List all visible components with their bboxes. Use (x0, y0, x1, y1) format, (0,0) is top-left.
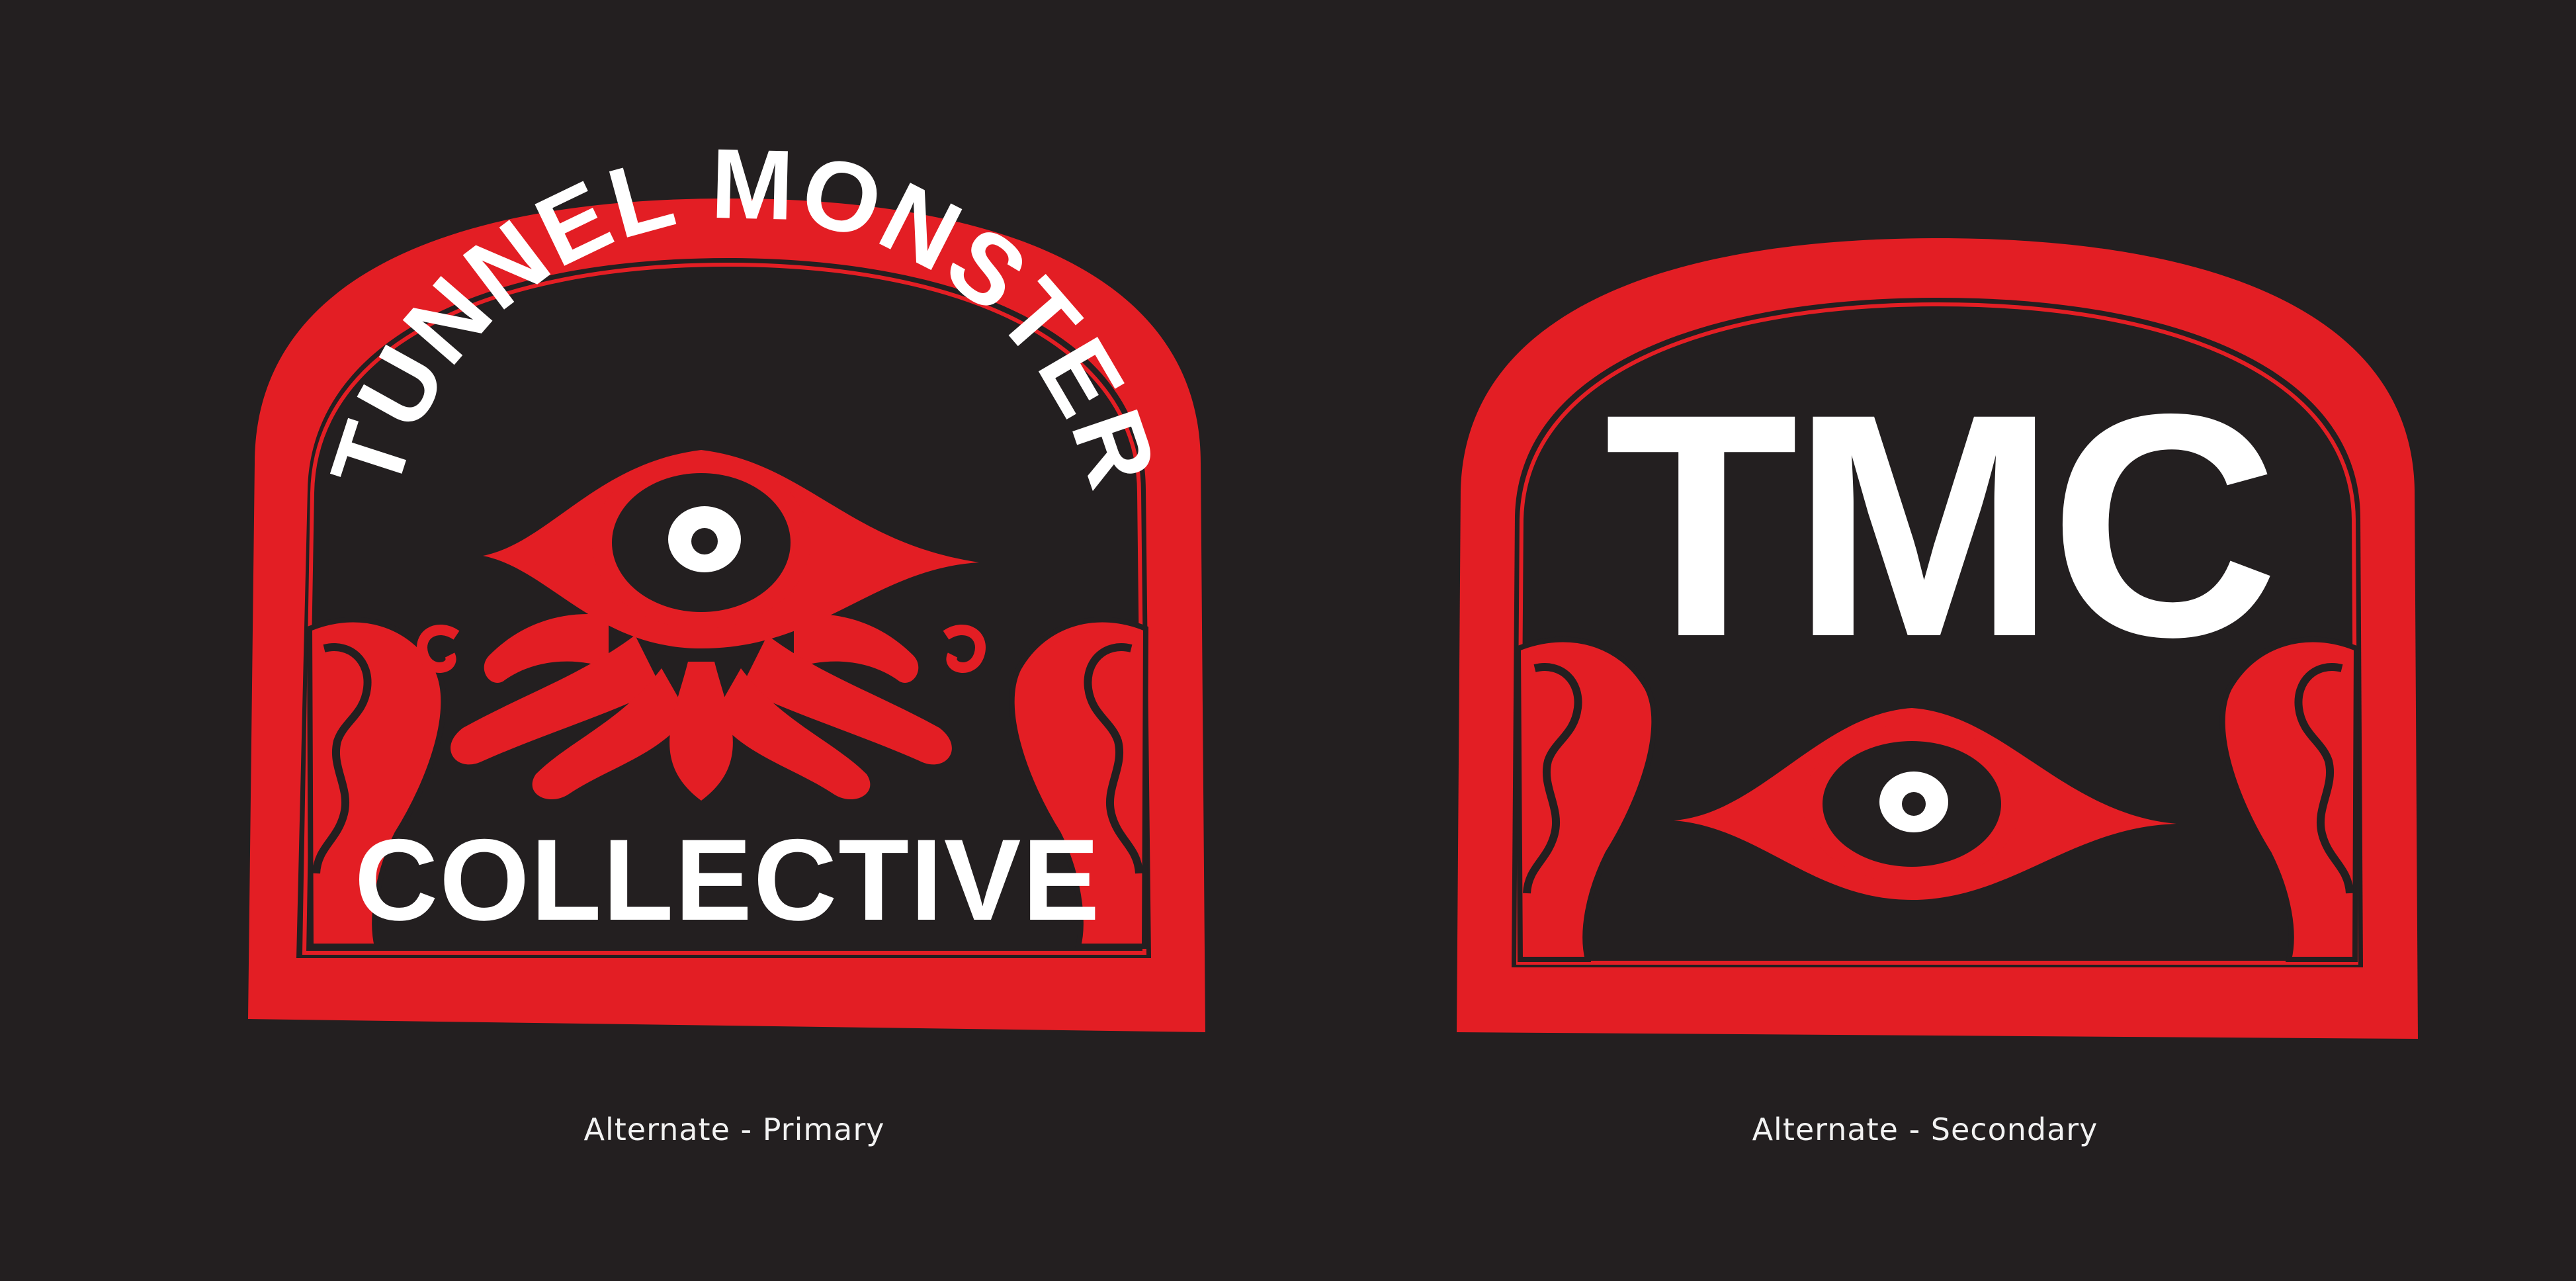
primary-badge-logo: TUNNEL MONSTER COLLECTIVE (238, 0, 1217, 1059)
badge-bottom-title: COLLECTIVE (355, 816, 1101, 945)
secondary-badge-graphic: TMC (1457, 238, 2418, 1039)
primary-badge-caption: Alternate - Primary (583, 1112, 885, 1147)
primary-badge-graphic: TUNNEL MONSTER COLLECTIVE (248, 128, 1205, 1032)
secondary-badge-caption: Alternate - Secondary (1752, 1112, 2098, 1147)
badge-monogram: TMC (1604, 347, 2273, 703)
secondary-badge-logo: TMC (1449, 0, 2428, 1059)
